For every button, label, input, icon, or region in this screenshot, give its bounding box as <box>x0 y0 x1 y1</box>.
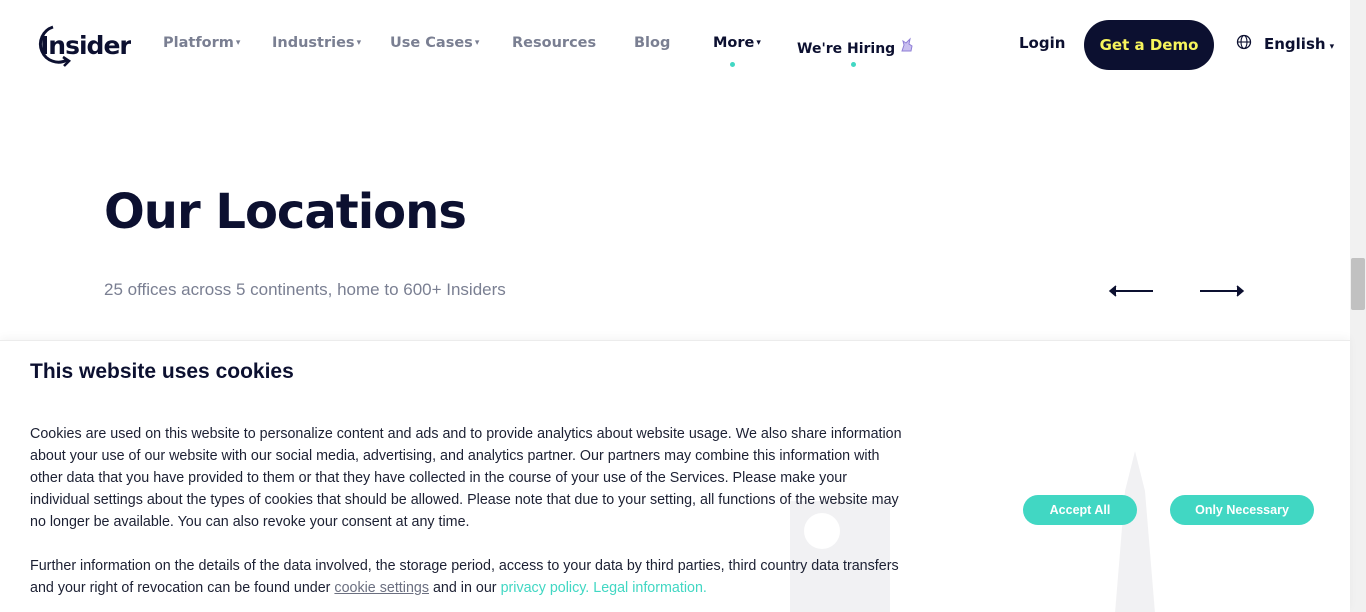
nav-platform[interactable]: Platform ▾ <box>163 35 240 51</box>
nav-more-indicator <box>730 62 735 67</box>
site-header: Insider Platform ▾ Industries ▾ Use Cases ▾… <box>0 0 1350 92</box>
nav-blog[interactable]: Blog <box>634 35 670 51</box>
carousel-next-button[interactable] <box>1199 283 1245 299</box>
nav-more[interactable]: More ▾ <box>713 35 761 51</box>
page-title: Our Locations <box>104 184 467 240</box>
language-selector[interactable]: English ▾ <box>1236 34 1334 54</box>
locations-subtitle: 25 offices across 5 continents, home to … <box>104 280 506 299</box>
nav-use-cases[interactable]: Use Cases ▾ <box>390 35 479 51</box>
nav-hiring[interactable]: We're Hiring <box>797 37 915 57</box>
only-necessary-button[interactable]: Only Necessary <box>1170 495 1314 525</box>
chevron-down-icon: ▾ <box>474 38 480 48</box>
cookie-banner: This website uses cookies Cookies are us… <box>0 340 1350 612</box>
nav-resources[interactable]: Resources <box>512 35 596 51</box>
globe-icon <box>1236 34 1252 54</box>
nav-label: Blog <box>634 35 671 51</box>
accept-all-button[interactable]: Accept All <box>1023 495 1137 525</box>
nav-label: Platform <box>163 35 234 51</box>
nav-hiring-indicator <box>851 62 856 67</box>
cookie-title: This website uses cookies <box>30 360 294 383</box>
chevron-down-icon: ▾ <box>1329 42 1335 52</box>
carousel-prev-button[interactable] <box>1108 283 1154 299</box>
nav-label: We're Hiring <box>797 41 896 57</box>
chevron-down-icon: ▾ <box>235 38 241 48</box>
language-label: English <box>1264 35 1326 53</box>
cookie-further-info: Further information on the details of th… <box>30 555 910 599</box>
nav-industries[interactable]: Industries ▾ <box>272 35 361 51</box>
nav-label: More <box>713 35 755 51</box>
privacy-policy-link[interactable]: privacy policy. Legal information. <box>501 580 707 596</box>
nav-label: Industries <box>272 35 355 51</box>
login-link[interactable]: Login <box>1019 34 1065 52</box>
get-demo-button[interactable]: Get a Demo <box>1084 20 1214 70</box>
nav-label: Use Cases <box>390 35 473 51</box>
insider-logo[interactable]: Insider <box>31 22 131 68</box>
logo-text: Insider <box>40 31 131 60</box>
further-info-text: and in our <box>432 580 497 596</box>
cookie-settings-link[interactable]: cookie settings <box>334 580 429 596</box>
unicorn-icon <box>899 37 915 57</box>
arrow-right-icon <box>1200 285 1245 297</box>
tower-illustration <box>1115 451 1155 612</box>
arrow-left-icon <box>1108 285 1153 297</box>
nav-label: Resources <box>512 35 597 51</box>
cookie-description: Cookies are used on this website to pers… <box>30 426 902 530</box>
chevron-down-icon: ▾ <box>756 38 761 48</box>
chevron-down-icon: ▾ <box>356 38 362 48</box>
scrollbar-thumb[interactable] <box>1351 258 1365 310</box>
